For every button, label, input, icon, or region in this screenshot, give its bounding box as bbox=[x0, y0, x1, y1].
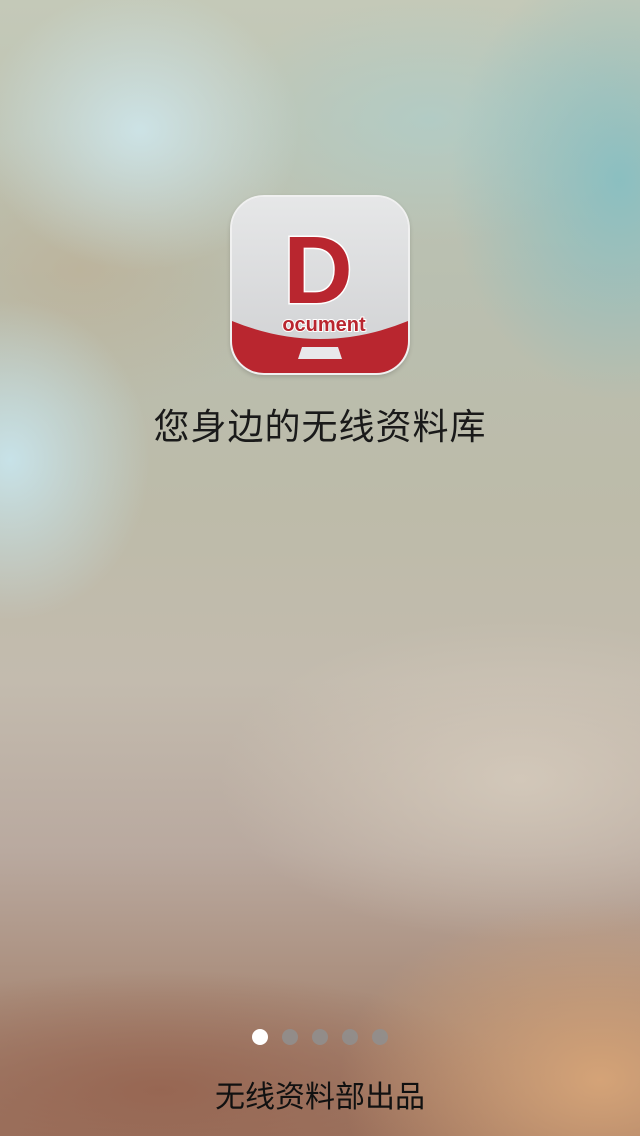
logo-letter: D bbox=[283, 217, 352, 324]
page-dot-2[interactable] bbox=[282, 1029, 298, 1045]
tagline: 您身边的无线资料库 bbox=[153, 407, 487, 448]
splash-screen[interactable]: D ocument 您身边的无线资料库 无线资料部出品 bbox=[0, 0, 640, 1136]
page-dot-4[interactable] bbox=[342, 1029, 358, 1045]
page-indicator[interactable] bbox=[0, 1029, 640, 1047]
footer-credit: 无线资料部出品 bbox=[215, 1080, 425, 1115]
logo-word: ocument bbox=[282, 314, 366, 336]
slot-shape bbox=[298, 347, 342, 359]
document-logo-graphic: D ocument bbox=[232, 197, 408, 373]
page-dot-1[interactable] bbox=[252, 1029, 268, 1045]
page-dot-3[interactable] bbox=[312, 1029, 328, 1045]
page-dot-5[interactable] bbox=[372, 1029, 388, 1045]
document-app-icon: D ocument bbox=[230, 195, 410, 375]
